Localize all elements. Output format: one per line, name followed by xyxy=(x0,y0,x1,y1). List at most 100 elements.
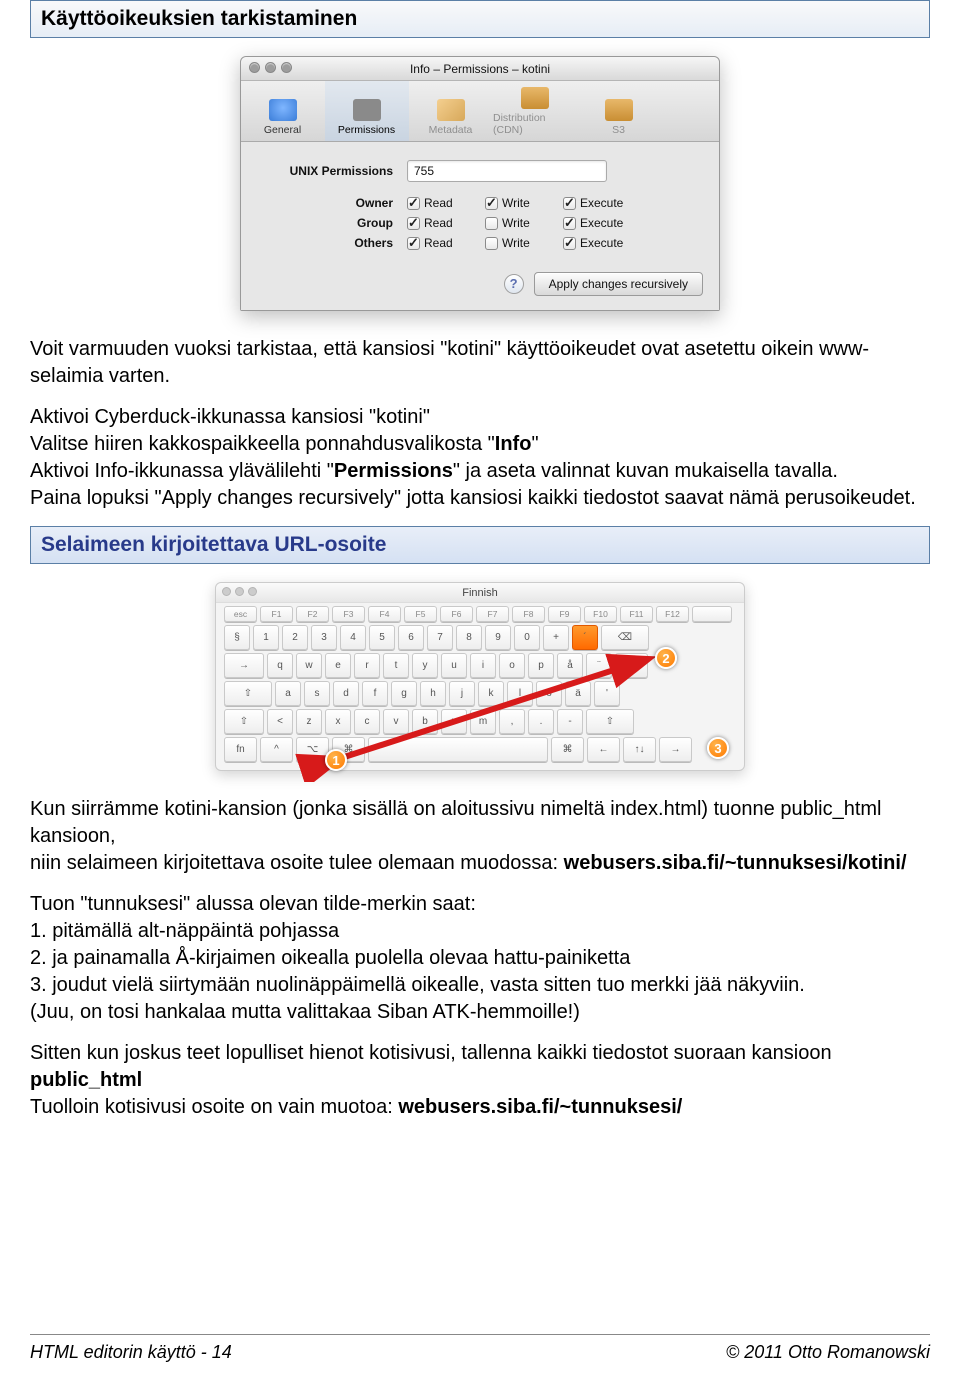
zoom-icon[interactable] xyxy=(281,62,292,73)
keyboard-key[interactable]: ´ xyxy=(572,625,598,650)
body-text: Sitten kun joskus teet lopulliset hienot… xyxy=(30,1040,930,1121)
keyboard-key[interactable]: y xyxy=(412,653,438,678)
keyboard-key[interactable]: , xyxy=(499,709,525,734)
keyboard-key[interactable]: i xyxy=(470,653,496,678)
keyboard-key[interactable]: F8 xyxy=(512,606,545,622)
keyboard-key[interactable]: x xyxy=(325,709,351,734)
group-write-checkbox[interactable]: Write xyxy=(485,216,563,230)
others-execute-checkbox[interactable]: Execute xyxy=(563,236,641,250)
keyboard-key[interactable]: . xyxy=(528,709,554,734)
tab-general[interactable]: General xyxy=(241,81,325,141)
keyboard-key[interactable]: q xyxy=(267,653,293,678)
others-read-checkbox[interactable]: Read xyxy=(407,236,485,250)
keyboard-key[interactable]: v xyxy=(383,709,409,734)
keyboard-key[interactable] xyxy=(368,737,548,762)
keyboard-key[interactable]: ⌘ xyxy=(551,737,584,762)
keyboard-key[interactable]: F9 xyxy=(548,606,581,622)
keyboard-key[interactable]: ä xyxy=(565,681,591,706)
keyboard-key[interactable]: F4 xyxy=(368,606,401,622)
keyboard-key[interactable]: 4 xyxy=(340,625,366,650)
help-icon[interactable]: ? xyxy=(504,274,524,294)
keyboard-key[interactable]: s xyxy=(304,681,330,706)
keyboard-key[interactable]: < xyxy=(267,709,293,734)
tab-metadata[interactable]: Metadata xyxy=(409,81,493,141)
keyboard-key[interactable]: d xyxy=(333,681,359,706)
keyboard-key[interactable]: F2 xyxy=(296,606,329,622)
keyboard-key[interactable]: w xyxy=(296,653,322,678)
keyboard-key[interactable]: F1 xyxy=(260,606,293,622)
keyboard-key[interactable]: a xyxy=(275,681,301,706)
keyboard-key[interactable]: + xyxy=(543,625,569,650)
keyboard-key[interactable]: § xyxy=(224,625,250,650)
minimize-icon[interactable] xyxy=(265,62,276,73)
keyboard-key[interactable]: - xyxy=(557,709,583,734)
keyboard-key[interactable]: e xyxy=(325,653,351,678)
box-icon xyxy=(605,99,633,121)
owner-read-checkbox[interactable]: Read xyxy=(407,196,485,210)
keyboard-key[interactable]: f xyxy=(362,681,388,706)
owner-write-checkbox[interactable]: Write xyxy=(485,196,563,210)
keyboard-key[interactable]: b xyxy=(412,709,438,734)
owner-execute-checkbox[interactable]: Execute xyxy=(563,196,641,210)
keyboard-key[interactable]: m xyxy=(470,709,496,734)
people-icon xyxy=(353,99,381,121)
keyboard-key[interactable]: n xyxy=(441,709,467,734)
keyboard-key[interactable]: ' xyxy=(594,681,620,706)
keyboard-key[interactable]: 7 xyxy=(427,625,453,650)
others-write-checkbox[interactable]: Write xyxy=(485,236,563,250)
keyboard-key[interactable]: 5 xyxy=(369,625,395,650)
keyboard-key[interactable]: c xyxy=(354,709,380,734)
keyboard-key[interactable]: u xyxy=(441,653,467,678)
close-icon[interactable] xyxy=(249,62,260,73)
keyboard-key[interactable]: z xyxy=(296,709,322,734)
keyboard-key[interactable]: h xyxy=(420,681,446,706)
keyboard-key[interactable]: F11 xyxy=(620,606,653,622)
keyboard-key[interactable]: g xyxy=(391,681,417,706)
tab-s3[interactable]: S3 xyxy=(577,81,661,141)
keyboard-key[interactable]: ⇧ xyxy=(224,709,264,734)
keyboard-key[interactable]: → xyxy=(659,737,692,762)
keyboard-key[interactable]: k xyxy=(478,681,504,706)
keyboard-key[interactable]: 3 xyxy=(311,625,337,650)
keyboard-key[interactable]: 6 xyxy=(398,625,424,650)
group-read-checkbox[interactable]: Read xyxy=(407,216,485,230)
group-execute-checkbox[interactable]: Execute xyxy=(563,216,641,230)
keyboard-key[interactable]: ⌫ xyxy=(601,625,649,650)
keyboard-key[interactable]: 9 xyxy=(485,625,511,650)
tab-distribution[interactable]: Distribution (CDN) xyxy=(493,81,577,141)
keyboard-key[interactable] xyxy=(692,606,732,622)
keyboard-key[interactable]: ↵ xyxy=(615,653,648,678)
keyboard-key[interactable]: ¨ xyxy=(586,653,612,678)
checkbox-icon xyxy=(407,217,420,230)
keyboard-key[interactable]: o xyxy=(499,653,525,678)
keyboard-key[interactable]: ↑↓ xyxy=(623,737,656,762)
keyboard-key[interactable]: 0 xyxy=(514,625,540,650)
keyboard-key[interactable]: → xyxy=(224,653,264,678)
keyboard-key[interactable]: ← xyxy=(587,737,620,762)
keyboard-key[interactable]: ⇧ xyxy=(224,681,272,706)
keyboard-key[interactable]: j xyxy=(449,681,475,706)
keyboard-key[interactable]: 1 xyxy=(253,625,279,650)
keyboard-key[interactable]: esc xyxy=(224,606,257,622)
keyboard-key[interactable]: ö xyxy=(536,681,562,706)
keyboard-key[interactable]: r xyxy=(354,653,380,678)
keyboard-key[interactable]: F10 xyxy=(584,606,617,622)
keyboard-key[interactable]: F12 xyxy=(656,606,689,622)
keyboard-key[interactable]: fn xyxy=(224,737,257,762)
keyboard-key[interactable]: F3 xyxy=(332,606,365,622)
keyboard-key[interactable]: 8 xyxy=(456,625,482,650)
unix-permissions-field[interactable]: 755 xyxy=(407,160,607,182)
keyboard-key[interactable]: F7 xyxy=(476,606,509,622)
keyboard-key[interactable]: l xyxy=(507,681,533,706)
keyboard-key[interactable]: å xyxy=(557,653,583,678)
keyboard-key[interactable]: t xyxy=(383,653,409,678)
apply-recursively-button[interactable]: Apply changes recursively xyxy=(534,272,703,296)
keyboard-key[interactable]: 2 xyxy=(282,625,308,650)
keyboard-key[interactable]: ⇧ xyxy=(586,709,634,734)
keyboard-key[interactable]: p xyxy=(528,653,554,678)
page-footer: HTML editorin käyttö - 14 © 2011 Otto Ro… xyxy=(30,1342,930,1363)
keyboard-key[interactable]: F5 xyxy=(404,606,437,622)
keyboard-key[interactable]: ^ xyxy=(260,737,293,762)
tab-permissions[interactable]: Permissions xyxy=(325,81,409,141)
keyboard-key[interactable]: F6 xyxy=(440,606,473,622)
